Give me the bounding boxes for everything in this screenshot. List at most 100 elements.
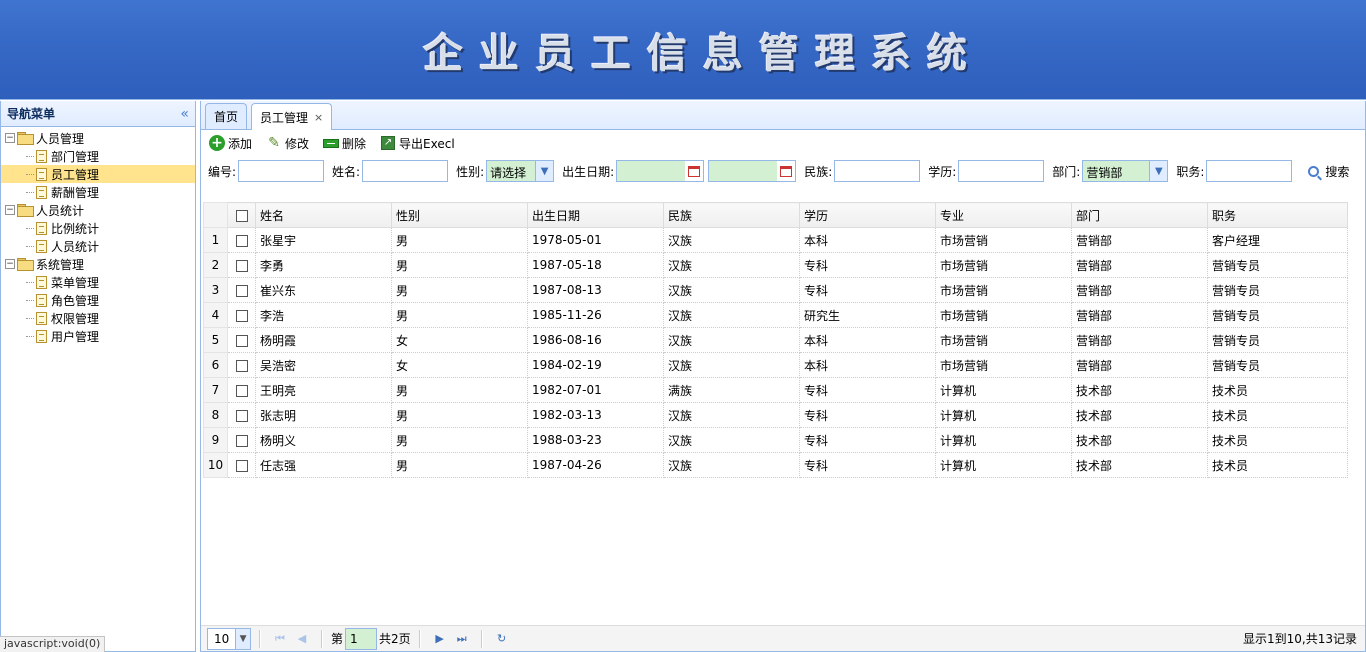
table-cell: 男	[391, 377, 528, 403]
sidebar-item[interactable]: 员工管理	[1, 165, 195, 183]
sidebar-item[interactable]: 薪酬管理	[1, 183, 195, 201]
row-checkbox[interactable]	[227, 227, 256, 253]
row-checkbox[interactable]	[227, 402, 256, 428]
column-header[interactable]: 姓名	[255, 202, 392, 228]
id-input[interactable]	[238, 160, 325, 182]
folder-icon	[17, 258, 34, 271]
add-button[interactable]: + 添加	[209, 135, 252, 152]
table-row[interactable]: 4 李浩男 1985-11-26 汉族 研究生 市场营销 营销部 营销专员	[203, 302, 1348, 328]
sidebar-item[interactable]: 人员统计	[1, 237, 195, 255]
tree-group[interactable]: − 系统管理	[1, 255, 195, 273]
table-cell: 计算机	[935, 452, 1072, 478]
table-row[interactable]: 1 张星宇男 1978-05-01 汉族 本科 市场营销 营销部 客户经理	[203, 227, 1348, 253]
column-header[interactable]: 职务	[1207, 202, 1348, 228]
last-page-icon[interactable]: ⏭	[451, 628, 473, 650]
table-row[interactable]: 3 崔兴东男 1987-08-13 汉族 专科 市场营销 营销部 营销专员	[203, 277, 1348, 303]
sidebar-item-label: 角色管理	[51, 293, 100, 308]
calendar-icon[interactable]	[685, 161, 704, 181]
sidebar-item-label: 比例统计	[51, 221, 100, 236]
table-row[interactable]: 8 张志明男 1982-03-13 汉族 专科 计算机 技术部 技术员	[203, 402, 1348, 428]
sidebar-item[interactable]: 菜单管理	[1, 273, 195, 291]
chevron-down-icon[interactable]: ▼	[235, 628, 250, 649]
table-cell: 男	[391, 402, 528, 428]
tree-group[interactable]: − 人员统计	[1, 201, 195, 219]
table-cell: 专科	[799, 277, 936, 303]
table-cell: 营销专员	[1207, 327, 1348, 353]
column-header[interactable]: 民族	[663, 202, 800, 228]
table-cell: 营销部	[1071, 227, 1208, 253]
job-label: 职务:	[1176, 164, 1205, 179]
education-label: 学历:	[928, 164, 957, 179]
chevron-down-icon[interactable]: ▼	[535, 161, 554, 181]
collapse-icon[interactable]: «	[180, 106, 189, 122]
search-button[interactable]: 搜索	[1308, 163, 1349, 180]
sidebar-item[interactable]: 比例统计	[1, 219, 195, 237]
search-filters: 编号: 姓名: 性别: 请选择 ▼ 出生日期: 民族: 学历: 部门: 营销部 …	[201, 156, 1365, 186]
next-page-icon[interactable]: ▶	[429, 628, 451, 650]
sidebar-item[interactable]: 角色管理	[1, 291, 195, 309]
birth-date-start[interactable]	[616, 160, 705, 182]
table-row[interactable]: 7 王明亮男 1982-07-01 满族 专科 计算机 技术部 技术员	[203, 377, 1348, 403]
export-excel-button[interactable]: ↗ 导出Execl	[380, 135, 455, 152]
tab-home[interactable]: 首页	[205, 103, 248, 129]
table-cell: 营销部	[1071, 277, 1208, 303]
calendar-icon[interactable]	[777, 161, 796, 181]
birth-date-start-value[interactable]	[617, 161, 686, 181]
birth-date-end[interactable]	[708, 160, 797, 182]
sidebar-item[interactable]: 部门管理	[1, 147, 195, 165]
sidebar-header: 导航菜单 «	[1, 101, 195, 127]
gender-select[interactable]: 请选择 ▼	[486, 160, 555, 182]
page-size-select[interactable]: 10 ▼	[207, 627, 251, 650]
table-row[interactable]: 10 任志强男 1987-04-26 汉族 专科 计算机 技术部 技术员	[203, 452, 1348, 478]
row-checkbox[interactable]	[227, 377, 256, 403]
row-checkbox[interactable]	[227, 302, 256, 328]
column-header[interactable]: 学历	[799, 202, 936, 228]
select-all-checkbox[interactable]	[227, 202, 256, 228]
pencil-icon: ✎	[268, 135, 280, 151]
table-row[interactable]: 2 李勇男 1987-05-18 汉族 专科 市场营销 营销部 营销专员	[203, 252, 1348, 278]
table-cell: 王明亮	[255, 377, 392, 403]
delete-label: 删除	[342, 136, 367, 151]
collapse-toggle-icon[interactable]: −	[5, 133, 15, 143]
edit-button[interactable]: ✎ 修改	[266, 135, 309, 152]
department-select[interactable]: 营销部 ▼	[1082, 160, 1169, 182]
table-cell: 1978-05-01	[527, 227, 664, 253]
delete-button[interactable]: 删除	[323, 135, 366, 152]
prev-page-icon[interactable]: ◀	[291, 628, 313, 650]
collapse-toggle-icon[interactable]: −	[5, 205, 15, 215]
table-cell: 计算机	[935, 427, 1072, 453]
table-row[interactable]: 9 杨明义男 1988-03-23 汉族 专科 计算机 技术部 技术员	[203, 427, 1348, 453]
sidebar-item[interactable]: 用户管理	[1, 327, 195, 345]
column-header[interactable]: 出生日期	[527, 202, 664, 228]
row-checkbox[interactable]	[227, 277, 256, 303]
collapse-toggle-icon[interactable]: −	[5, 259, 15, 269]
row-checkbox[interactable]	[227, 352, 256, 378]
row-checkbox[interactable]	[227, 427, 256, 453]
page-number-input[interactable]: 1	[345, 627, 378, 650]
first-page-icon[interactable]: ⏮	[269, 628, 291, 650]
row-checkbox[interactable]	[227, 327, 256, 353]
chevron-down-icon[interactable]: ▼	[1149, 161, 1168, 181]
column-header[interactable]: 部门	[1071, 202, 1208, 228]
table-row[interactable]: 5 杨明霞女 1986-08-16 汉族 本科 市场营销 营销部 营销专员	[203, 327, 1348, 353]
row-checkbox[interactable]	[227, 252, 256, 278]
row-number: 10	[203, 452, 228, 478]
birth-date-label: 出生日期:	[562, 164, 615, 179]
name-input[interactable]	[362, 160, 449, 182]
row-checkbox[interactable]	[227, 452, 256, 478]
refresh-icon[interactable]: ↻	[491, 628, 513, 650]
table-cell: 营销专员	[1207, 352, 1348, 378]
tree-group[interactable]: − 人员管理	[1, 129, 195, 147]
sidebar-item[interactable]: 权限管理	[1, 309, 195, 327]
column-header[interactable]: 专业	[935, 202, 1072, 228]
nation-input[interactable]	[834, 160, 921, 182]
row-number: 5	[203, 327, 228, 353]
job-input[interactable]	[1206, 160, 1293, 182]
table-cell: 营销部	[1071, 327, 1208, 353]
column-header[interactable]: 性别	[391, 202, 528, 228]
close-icon[interactable]: ×	[314, 111, 323, 124]
birth-date-end-value[interactable]	[709, 161, 778, 181]
tab-employee-management[interactable]: 员工管理 ×	[251, 103, 333, 130]
education-input[interactable]	[958, 160, 1045, 182]
table-row[interactable]: 6 吴浩密女 1984-02-19 汉族 本科 市场营销 营销部 营销专员	[203, 352, 1348, 378]
